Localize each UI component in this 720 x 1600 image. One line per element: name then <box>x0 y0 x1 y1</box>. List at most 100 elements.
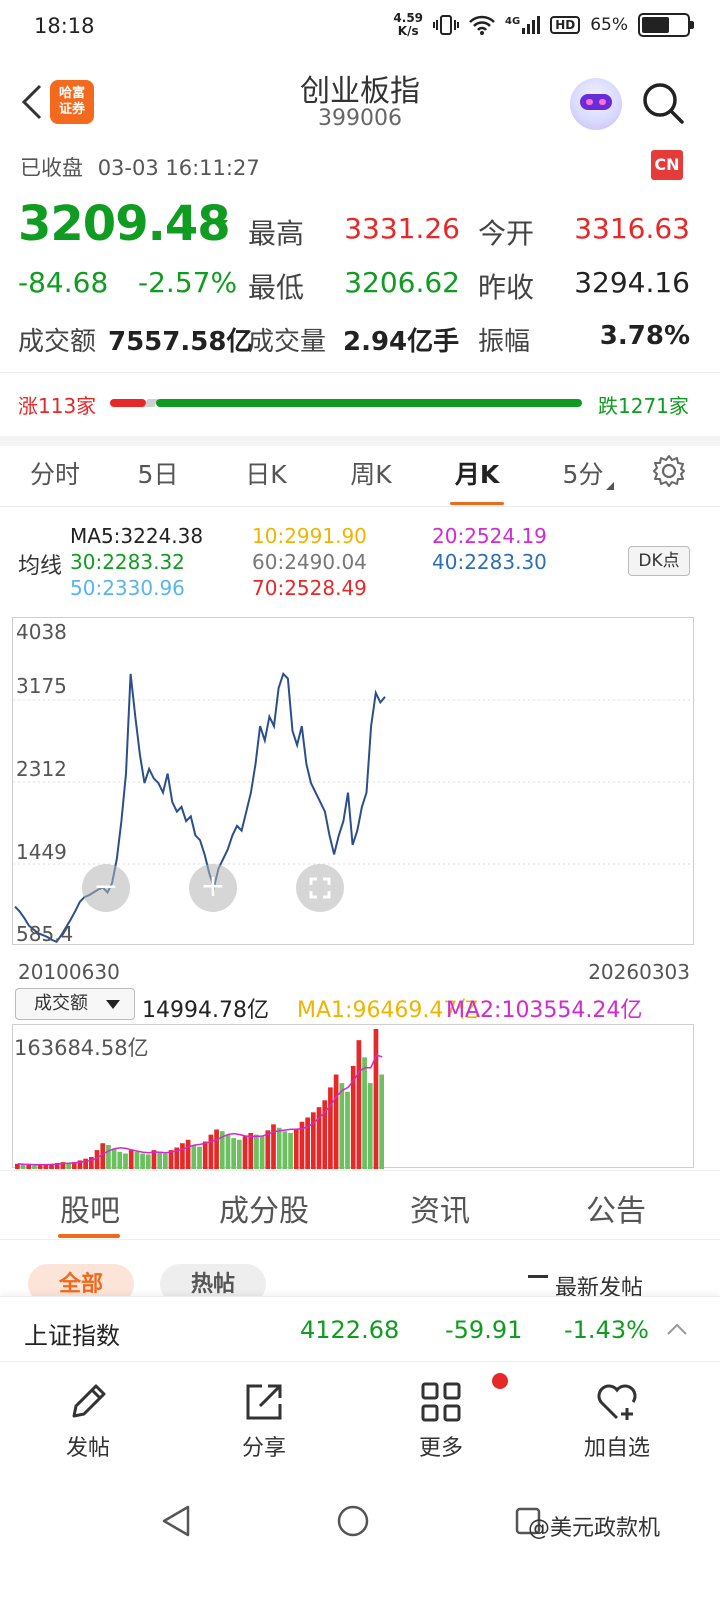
battery-percent: 65% <box>590 15 628 35</box>
turnover-current: 14994.78亿 <box>142 998 269 1023</box>
nav-back-icon[interactable] <box>160 1504 192 1538</box>
volume-bar <box>276 1127 282 1169</box>
volume-value: 2.94亿手 <box>343 327 460 357</box>
ticker-change: -59.91 <box>445 1316 523 1344</box>
turnover-value: 7557.58亿 <box>108 327 253 357</box>
advancers-bar <box>110 399 146 407</box>
heart-plus-icon <box>597 1384 637 1420</box>
volume-bar <box>208 1134 214 1169</box>
volume-bar <box>32 1165 37 1169</box>
volume-bar <box>185 1139 191 1169</box>
tab-monthly[interactable]: 月K <box>422 455 532 491</box>
grid-icon <box>421 1382 461 1422</box>
turnover-ma2: MA2:103554.24亿 <box>446 998 643 1023</box>
ma20-value: 20:2524.19 <box>432 524 547 548</box>
network-type: 4G <box>505 16 521 27</box>
down-arrow-icon <box>212 220 228 230</box>
section-gap <box>0 436 720 446</box>
ma70-value: 70:2528.49 <box>252 576 367 600</box>
tab-constituents[interactable]: 成分股 <box>176 1186 352 1230</box>
volume-bar <box>333 1074 339 1169</box>
volume-bar <box>328 1087 333 1169</box>
volume-bar <box>367 1083 373 1169</box>
volume-bar <box>225 1134 231 1169</box>
ma-label: 均线 <box>18 554 63 579</box>
volume-bar <box>265 1130 271 1169</box>
search-icon[interactable] <box>640 80 686 126</box>
vibrate-icon <box>433 15 460 35</box>
post-button[interactable]: 发帖 <box>28 1380 148 1462</box>
wifi-icon <box>469 15 495 35</box>
indicator-select[interactable]: 成交额 <box>15 988 135 1020</box>
amplitude-value: 3.78% <box>599 321 690 351</box>
volume-max-label: 163684.58亿 <box>14 1036 149 1060</box>
more-button[interactable]: 更多 <box>381 1380 501 1462</box>
dk-point-button[interactable]: DK点 <box>628 546 690 576</box>
share-label: 分享 <box>241 1436 286 1461</box>
chart-start-date: 20100630 <box>18 960 120 984</box>
chevron-up-icon[interactable] <box>666 1322 688 1336</box>
ai-assistant-icon[interactable] <box>570 78 622 130</box>
tab-daily[interactable]: 日K <box>211 455 321 491</box>
add-watchlist-button[interactable]: 加自选 <box>557 1380 677 1462</box>
volume-bar <box>89 1156 94 1169</box>
volume-bar <box>242 1136 248 1169</box>
ma40-value: 40:2283.30 <box>432 550 547 574</box>
chevron-down-icon <box>106 1000 120 1009</box>
watermark: @美元政款机 <box>528 1516 661 1541</box>
status-time: 18:18 <box>34 14 95 38</box>
advancers-count: 涨113家 <box>18 394 97 418</box>
volume-bar <box>362 1057 367 1169</box>
volume-bar <box>282 1131 288 1169</box>
zoom-out-button[interactable]: − <box>82 864 130 912</box>
y-tick-label: 1449 <box>16 840 67 864</box>
volume-bar <box>345 1091 350 1169</box>
high-label: 最高 <box>248 217 305 250</box>
net-speed: 4.59 K/s <box>393 12 423 38</box>
share-button[interactable]: 分享 <box>204 1380 324 1462</box>
ma30-value: 30:2283.32 <box>70 550 185 574</box>
status-bar-icons: 4.59 K/s 4G HD 65% <box>393 12 694 38</box>
tab-news[interactable]: 资讯 <box>352 1186 528 1230</box>
market-status-text: 已收盘 <box>20 156 83 180</box>
post-label: 发帖 <box>65 1436 110 1461</box>
volume-bar <box>180 1143 185 1169</box>
y-tick-label: 585.4 <box>16 922 74 946</box>
ma60-value: 60:2490.04 <box>252 550 367 574</box>
nav-home-icon[interactable] <box>336 1504 370 1538</box>
tab-5day[interactable]: 5日 <box>103 455 213 491</box>
price-change-pct: -2.57% <box>138 266 238 299</box>
volume-bar <box>197 1146 202 1169</box>
volume-bar <box>248 1132 254 1169</box>
tab-forum[interactable]: 股吧 <box>2 1186 178 1230</box>
decliners-count: 跌1271家 <box>598 394 689 418</box>
tab-5min[interactable]: 5分 <box>528 455 638 491</box>
volume-bar <box>123 1153 128 1169</box>
active-content-tab-indicator <box>58 1234 120 1238</box>
net-speed-unit: K/s <box>397 24 419 38</box>
volume-label: 成交量 <box>248 327 327 357</box>
gear-icon[interactable] <box>652 454 686 488</box>
decliners-bar <box>156 399 582 407</box>
ticker-name: 上证指数 <box>24 1322 120 1350</box>
volume-bar <box>134 1151 140 1169</box>
volume-bar <box>157 1151 162 1169</box>
ma5-value: MA5:3224.38 <box>70 524 204 548</box>
tab-announcements[interactable]: 公告 <box>528 1186 704 1230</box>
ma10-value: 10:2991.90 <box>252 524 367 548</box>
zoom-in-button[interactable]: + <box>189 864 237 912</box>
prev-close-value: 3294.16 <box>574 266 690 299</box>
volume-bar <box>379 1074 384 1169</box>
tab-intraday[interactable]: 分时 <box>0 455 110 491</box>
open-value: 3316.63 <box>574 212 690 245</box>
pencil-icon <box>72 1384 106 1418</box>
volume-bar <box>191 1144 197 1169</box>
turnover-label: 成交额 <box>18 327 97 357</box>
indicator-select-label: 成交额 <box>34 993 88 1014</box>
volume-bar <box>106 1144 111 1169</box>
tab-weekly[interactable]: 周K <box>316 455 426 491</box>
market-status: 已收盘 03-03 16:11:27 <box>20 152 260 182</box>
y-tick-label: 3175 <box>16 674 67 698</box>
fullscreen-button[interactable] <box>296 864 344 912</box>
low-value: 3206.62 <box>344 266 460 299</box>
